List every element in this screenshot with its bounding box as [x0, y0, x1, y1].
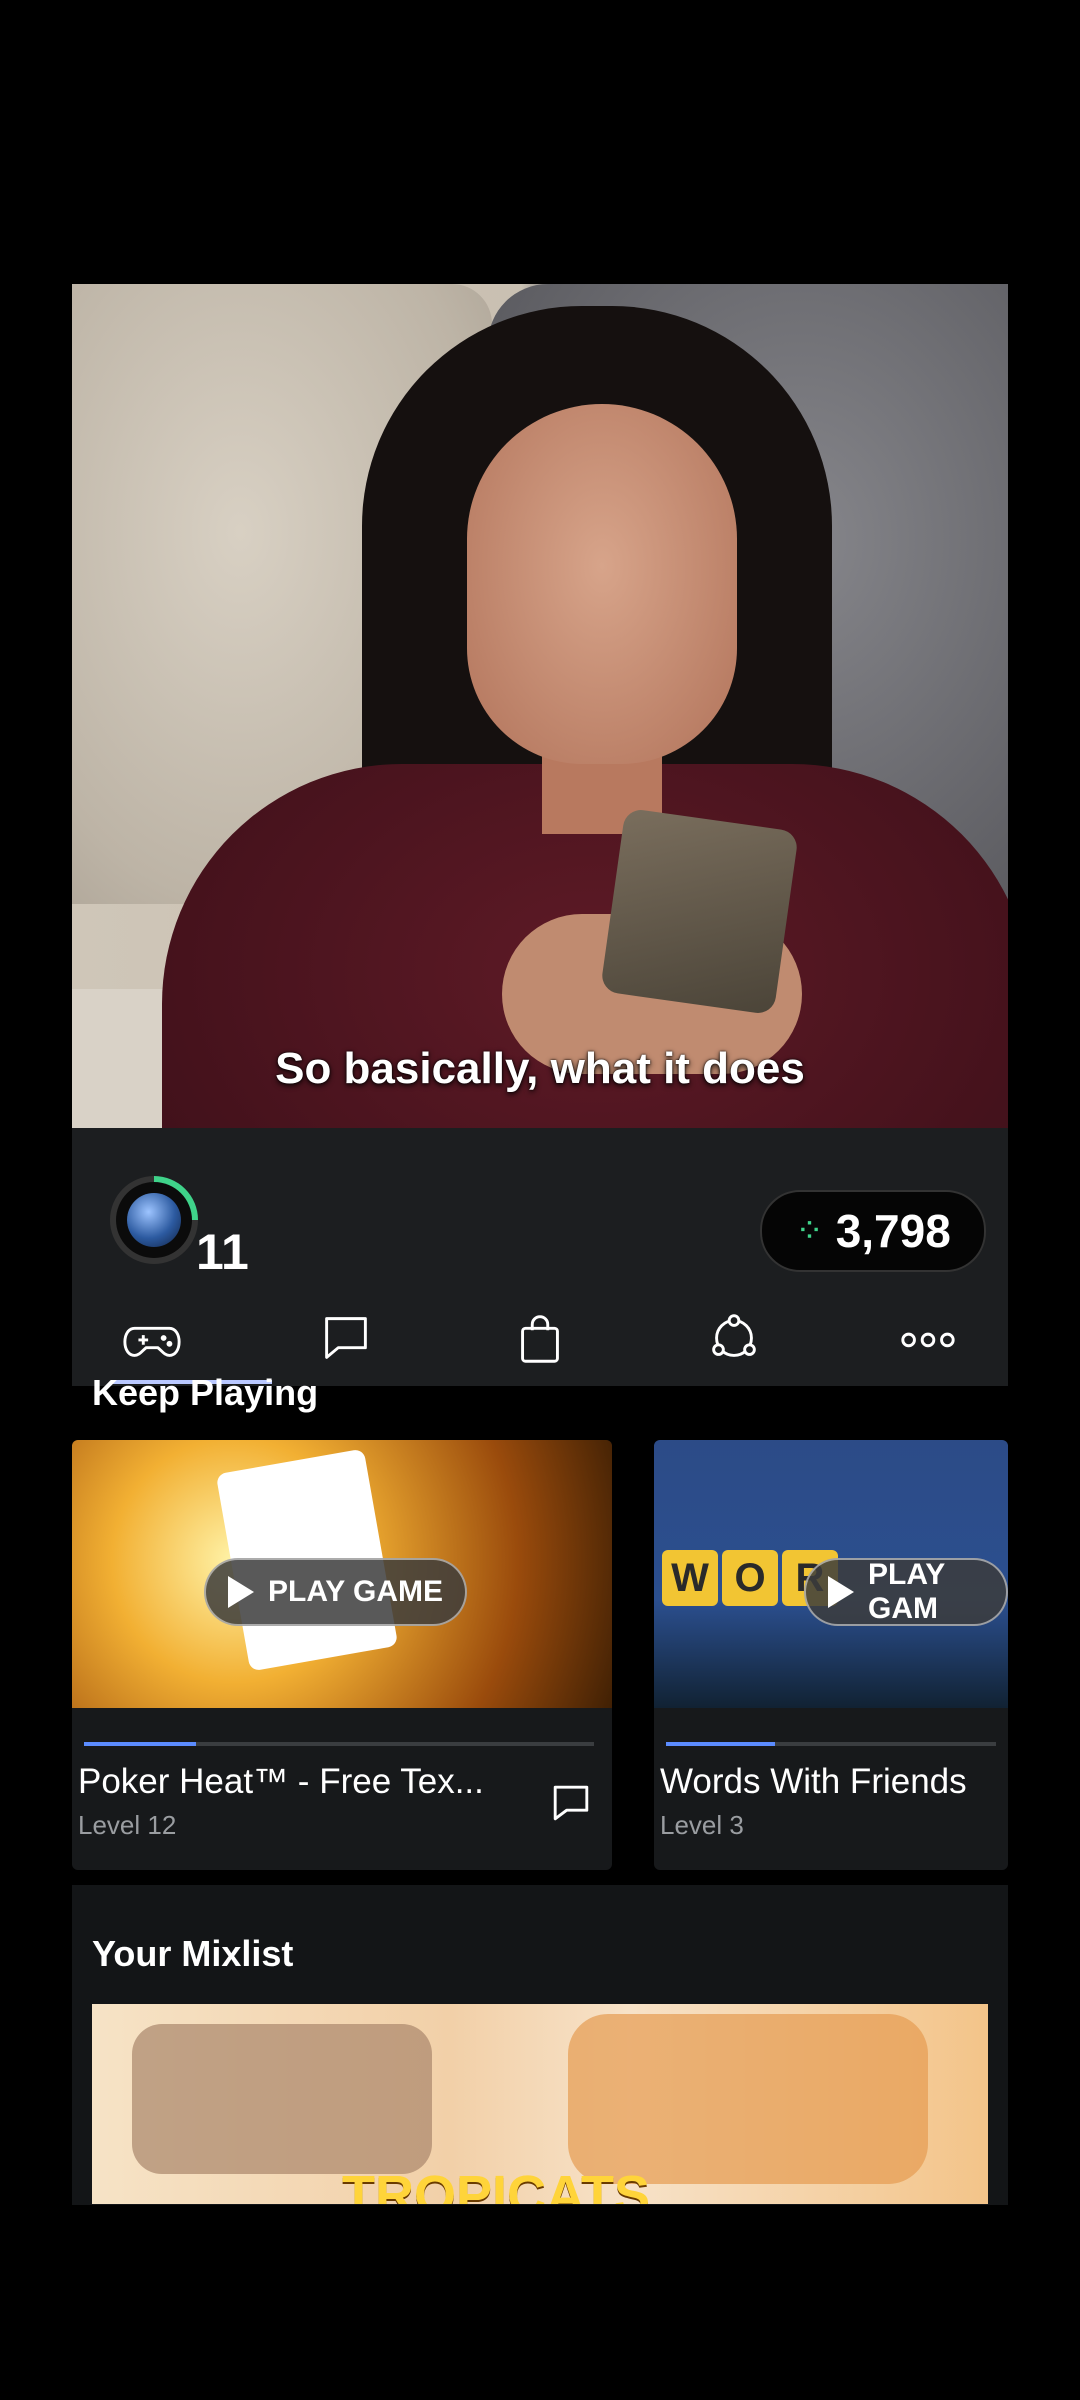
level-progress-bar [84, 1742, 594, 1746]
progress-fill [84, 1742, 197, 1746]
shopping-bag-icon [521, 1315, 559, 1363]
level-number: 11 [196, 1224, 249, 1280]
coin-value: 3,798 [835, 1205, 951, 1257]
game-level: Level 12 [78, 1810, 177, 1840]
play-game-label: PLAY GAME [268, 1575, 444, 1608]
game-card-poker-heat[interactable]: PLAY GAME Poker Heat™ - Free Tex... Leve… [72, 1440, 612, 1870]
profile-header: 11 ⁘ 3,798 [72, 1128, 1008, 1386]
nav-more[interactable] [878, 1296, 978, 1380]
avatar-image [127, 1193, 181, 1247]
progress-fill [666, 1742, 775, 1746]
avatar-level-ring[interactable] [110, 1176, 198, 1264]
nav-chat[interactable] [296, 1296, 396, 1380]
gamepad-icon [123, 1326, 181, 1357]
nav-shop[interactable] [490, 1296, 590, 1380]
avatar [116, 1182, 192, 1258]
game-card-words-with-friends[interactable]: W O R PLAY GAM Words With Friends Level … [654, 1440, 1008, 1870]
game-level: Level 3 [660, 1810, 744, 1840]
play-icon [828, 1576, 854, 1608]
game-title: Words With Friends [660, 1762, 967, 1801]
play-icon [228, 1576, 254, 1608]
level-progress-bar [666, 1742, 996, 1746]
top-nav [72, 1296, 1008, 1380]
section-title-keep-playing: Keep Playing [92, 1372, 319, 1413]
play-game-label: PLAY GAM [868, 1558, 945, 1625]
person-face [467, 404, 737, 764]
chat-icon[interactable] [548, 1780, 594, 1826]
mixlist-game-banner[interactable]: TROPICATS [92, 2004, 988, 2204]
share-network-icon [712, 1314, 756, 1357]
sparkle-icon: ⁘ [795, 1212, 824, 1250]
coin-balance[interactable]: ⁘ 3,798 [760, 1190, 986, 1272]
banner-art-right [568, 2014, 928, 2184]
more-dots-icon [901, 1332, 955, 1348]
video-player[interactable]: So basically, what it does [72, 284, 1008, 1129]
banner-art-left [132, 2024, 432, 2174]
play-game-button[interactable]: PLAY GAME [204, 1558, 468, 1626]
nav-share[interactable] [684, 1296, 784, 1380]
nav-games[interactable] [102, 1296, 202, 1380]
play-game-button[interactable]: PLAY GAM [804, 1558, 1008, 1626]
video-subtitle: So basically, what it does [275, 1044, 805, 1093]
section-title-mixlist: Your Mixlist [92, 1933, 294, 1974]
banner-logo-text: TROPICATS [342, 2165, 650, 2204]
phone-in-hand [599, 807, 800, 1016]
game-title: Poker Heat™ - Free Tex... [78, 1762, 484, 1801]
chat-icon [325, 1317, 367, 1359]
